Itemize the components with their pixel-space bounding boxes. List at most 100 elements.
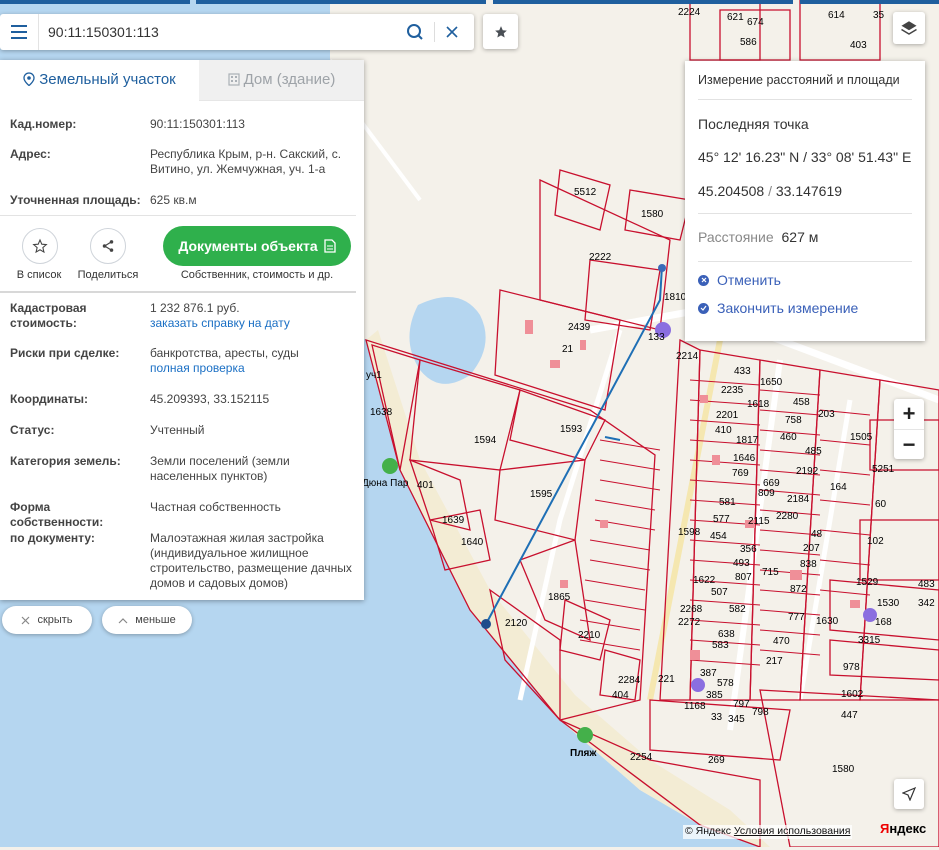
last-point-dms: 45° 12' 16.23" N / 33° 08' 51.43" E xyxy=(698,149,912,165)
distance-label: Расстояние xyxy=(698,229,774,245)
land-category-value: Земли поселений (земли населенных пункто… xyxy=(150,454,290,483)
object-documents-label: Документы объекта xyxy=(178,238,318,254)
parcel-number-label: 2184 xyxy=(787,494,810,505)
address-row: Адрес: Республика Крым, р-н. Сакский, с.… xyxy=(10,147,355,179)
distance-value: 627 м xyxy=(781,229,819,245)
parcel-number-label: 621 xyxy=(727,12,744,23)
parcel-number-label: 203 xyxy=(818,409,835,420)
less-button[interactable]: меньше xyxy=(102,606,192,634)
favorites-button[interactable] xyxy=(483,14,518,49)
zoom-control: + − xyxy=(894,399,924,459)
parcel-number-label: 385 xyxy=(706,690,723,701)
share-button[interactable] xyxy=(90,228,126,264)
top-accent-bar xyxy=(0,0,939,5)
parcel-number-label: 342 xyxy=(918,598,935,609)
hamburger-icon xyxy=(11,25,27,39)
status-row: Статус: Учтенный xyxy=(10,423,355,439)
full-check-link[interactable]: полная проверка xyxy=(150,361,355,376)
by-document-label: по документу: xyxy=(10,531,95,545)
parcel-number-label: 578 xyxy=(717,678,734,689)
parcel-number-label: 33 xyxy=(711,712,723,723)
layers-button[interactable] xyxy=(893,12,925,44)
parcel-number-label: 1638 xyxy=(370,407,393,418)
area-row: Уточненная площадь: 625 кв.м xyxy=(10,193,355,209)
parcel-number-label: 164 xyxy=(830,482,847,493)
zoom-out-button[interactable]: − xyxy=(894,430,924,460)
hide-panel-button[interactable]: скрыть xyxy=(2,606,92,634)
parcel-number-label: 586 xyxy=(740,37,757,48)
cancel-measure-button[interactable]: Отменить xyxy=(698,272,781,288)
finish-measure-label: Закончить измерение xyxy=(717,300,859,316)
close-icon[interactable] xyxy=(444,24,460,40)
cadastral-cost-value: 1 232 876.1 руб. xyxy=(150,301,240,315)
parcel-number-label: 2439 xyxy=(568,322,591,333)
ownership-label: Форма собственности: xyxy=(10,500,104,529)
finish-measure-button[interactable]: Закончить измерение xyxy=(698,300,858,316)
hide-label: скрыть xyxy=(37,614,73,626)
parcel-number-label: 1618 xyxy=(747,399,770,410)
status-label: Статус: xyxy=(10,423,55,437)
area-label: Уточненная площадь: xyxy=(10,193,141,207)
by-document-row: по документу: Малоэтажная жилая застройк… xyxy=(10,531,355,593)
ownership-value: Частная собственность xyxy=(150,500,281,514)
parcel-number-label: 2120 xyxy=(505,618,528,629)
parcel-number-label: 2268 xyxy=(680,604,703,615)
parcel-number-label: 1580 xyxy=(832,764,855,775)
search-icon[interactable] xyxy=(406,23,424,41)
tab-house[interactable]: Дом (здание) xyxy=(199,60,364,100)
cadastral-cost-label: Кадастровая стоимость: xyxy=(10,301,87,330)
yandex-logo: Яндекс xyxy=(880,821,927,836)
less-label: меньше xyxy=(135,614,176,626)
measure-point xyxy=(481,619,491,629)
area-value: 625 кв.м xyxy=(150,193,197,207)
search-input[interactable] xyxy=(46,20,400,44)
measure-title: Измерение расстояний и площади xyxy=(698,73,900,87)
parcel-number-label: 715 xyxy=(762,567,779,578)
parcel-number-label: 872 xyxy=(790,584,807,595)
parcel-number-label: 614 xyxy=(828,10,845,21)
parcel-number-label: 2192 xyxy=(796,466,819,477)
parcel-number-label: 797 xyxy=(733,699,750,710)
parcel-number-label: 777 xyxy=(788,612,805,623)
parcel-number-label: 207 xyxy=(803,543,820,554)
parcel-number-label: 2201 xyxy=(716,410,739,421)
menu-button[interactable] xyxy=(0,14,39,50)
parcel-number-label: 1580 xyxy=(641,209,664,220)
parcel-number-label: 221 xyxy=(658,674,675,685)
land-category-row: Категория земель: Земли поселений (земли… xyxy=(10,454,355,486)
poi-beach-label: Пляж xyxy=(570,748,597,759)
pond xyxy=(409,297,486,384)
parcel-number-label: 807 xyxy=(735,572,752,583)
parcel-number-label: 3315 xyxy=(858,635,881,646)
object-documents-button[interactable]: Документы объекта xyxy=(163,226,351,266)
parcel-number-label: 2115 xyxy=(748,516,770,527)
parcel-number-label: 458 xyxy=(793,397,810,408)
parcel-info-panel: Земельный участок Дом (здание) Кад.номер… xyxy=(0,60,364,600)
parcel-number-label: 485 xyxy=(805,446,822,457)
tab-land-plot[interactable]: Земельный участок xyxy=(0,60,199,101)
order-certificate-link[interactable]: заказать справку на дату xyxy=(150,316,355,331)
poi-dune-label: Дюна Пар xyxy=(362,478,409,489)
parcel-number-label: 493 xyxy=(733,558,750,569)
cadastral-number-label: Кад.номер: xyxy=(10,117,77,131)
zoom-in-button[interactable]: + xyxy=(894,399,924,430)
tab-land-label: Земельный участок xyxy=(39,71,176,88)
risks-value: банкротства, аресты, суды xyxy=(150,346,299,360)
documents-subtitle: Собственник, стоимость и др. xyxy=(180,269,334,281)
parcel-number-label: 1646 xyxy=(733,453,756,464)
parcel-number-label: 48 xyxy=(811,529,823,540)
star-icon xyxy=(494,25,507,38)
parcel-number-label: 2280 xyxy=(776,511,799,522)
parcel-number-label: 404 xyxy=(612,690,629,701)
tab-house-label: Дом (здание) xyxy=(243,71,336,88)
parcel-number-label: 1865 xyxy=(548,592,571,603)
cadastral-number-value[interactable]: 90:11:150301:113 xyxy=(150,117,355,132)
parcel-number-label: 1650 xyxy=(760,377,783,388)
add-to-list-button[interactable] xyxy=(22,228,58,264)
parcel-number-label: 433 xyxy=(734,366,751,377)
parcel-number-label: 1168 xyxy=(684,701,706,712)
parcel-number-label: 1640 xyxy=(461,537,484,548)
terms-link[interactable]: Условия использования xyxy=(734,825,851,837)
geolocation-button[interactable] xyxy=(894,779,924,809)
park-poi-icon xyxy=(382,458,398,474)
